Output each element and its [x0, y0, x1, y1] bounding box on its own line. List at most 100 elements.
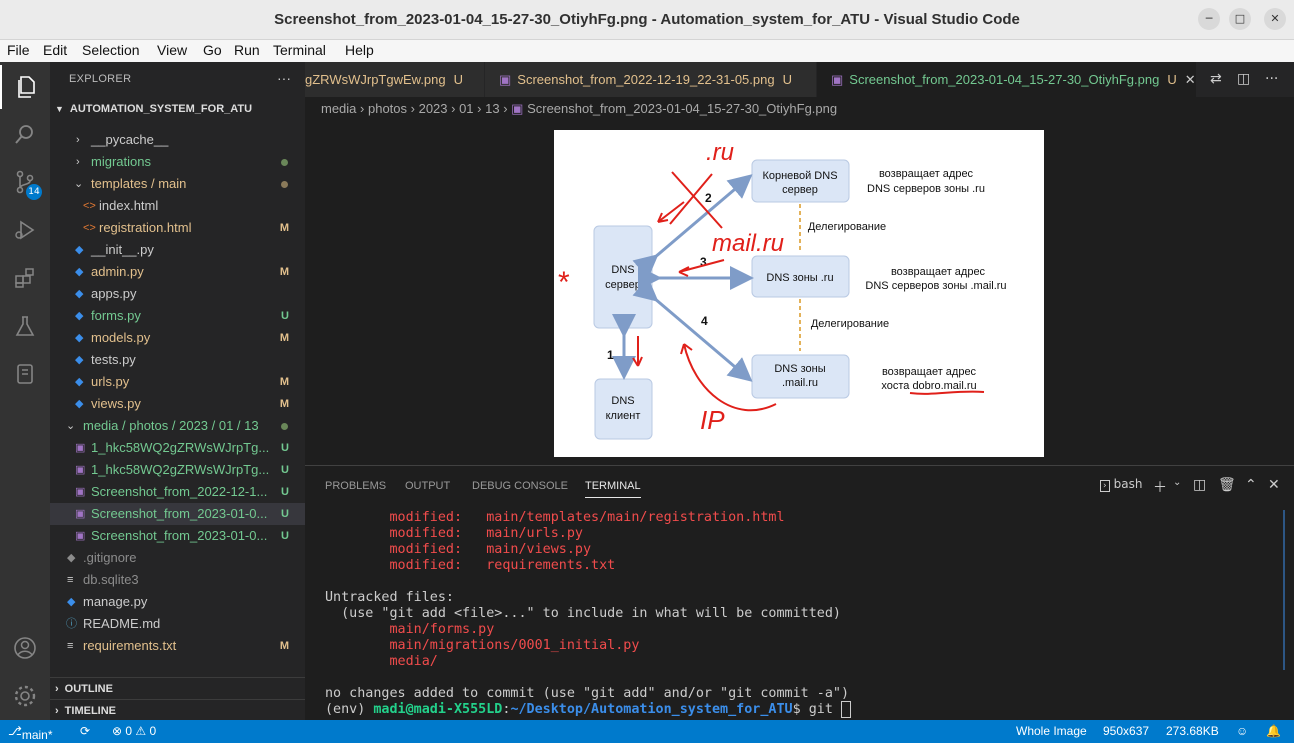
crumb[interactable]: Screenshot_from_2023-01-04_15-27-30_Otiy… — [527, 101, 837, 116]
crumb[interactable]: 13 — [485, 101, 499, 116]
root-note-1: возвращает адрес — [879, 168, 974, 180]
tree-file-image-3[interactable]: ▣ Screenshot_from_2022-12-1... U — [50, 481, 305, 503]
menu-file[interactable]: File — [7, 42, 30, 58]
explorer-more-icon[interactable]: ··· — [277, 70, 291, 86]
tree-file-urls-py[interactable]: ◆ urls.py M — [50, 371, 305, 393]
image-preview[interactable]: DNS сервер DNS клиент Корневой DNS серве… — [554, 130, 1044, 457]
tab-problems[interactable]: PROBLEMS — [325, 480, 386, 492]
menu-run[interactable]: Run — [234, 42, 260, 58]
tree-file-image-1[interactable]: ▣ 1_hkc58WQ2gZRWsWJrpTg... U — [50, 437, 305, 459]
maximize-button[interactable]: □ — [1229, 8, 1251, 30]
image-file-icon: ▣ — [511, 101, 524, 116]
modified-path: main/templates/main/registration.html — [486, 510, 785, 525]
server-label-1: DNS — [611, 264, 634, 276]
crumb[interactable]: media — [321, 101, 356, 116]
run-debug-icon[interactable] — [0, 208, 50, 252]
tree-file-image-2[interactable]: ▣ 1_hkc58WQ2gZRWsWJrpTg... U — [50, 459, 305, 481]
menu-terminal[interactable]: Terminal — [273, 42, 326, 58]
tree-folder-pycache[interactable]: › __pycache__ — [50, 129, 305, 151]
explorer-icon[interactable] — [0, 65, 50, 109]
menu-edit[interactable]: Edit — [43, 42, 67, 58]
open-changes-icon[interactable]: ⇄ — [1210, 62, 1222, 97]
tree-folder-migrations[interactable]: › migrations — [50, 151, 305, 173]
tree-file-forms-py[interactable]: ◆ forms.py U — [50, 305, 305, 327]
tree-file-image-4[interactable]: ▣ Screenshot_from_2023-01-0... U — [50, 503, 305, 525]
search-icon[interactable] — [0, 112, 50, 156]
tree-file-registration-html[interactable]: <> registration.html M — [50, 217, 305, 239]
settings-gear-icon[interactable] — [0, 674, 50, 718]
tree-file-apps-py[interactable]: ◆ apps.py — [50, 283, 305, 305]
source-control-icon[interactable]: 14 — [0, 160, 50, 204]
tab-image-2[interactable]: ▣ Screenshot_from_2022-12-19_22-31-05.png… — [485, 62, 817, 97]
tab-terminal[interactable]: TERMINAL — [585, 480, 641, 498]
ru-note-1: возвращает адрес — [891, 266, 986, 278]
outline-section[interactable]: › OUTLINE — [50, 677, 305, 699]
dns-client-box — [594, 378, 653, 440]
project-name: AUTOMATION_SYSTEM_FOR_ATU — [69, 103, 253, 115]
testing-icon[interactable] — [0, 304, 50, 348]
tree-file-image-5[interactable]: ▣ Screenshot_from_2023-01-0... U — [50, 525, 305, 547]
tree-folder-media-photos[interactable]: ⌄ media / photos / 2023 / 01 / 13 — [50, 415, 305, 437]
activity-bar: 14 — [0, 62, 50, 720]
tree-file-db-sqlite3[interactable]: ≡ db.sqlite3 — [50, 569, 305, 591]
tab-debug-console[interactable]: DEBUG CONSOLE — [472, 480, 568, 492]
timeline-section[interactable]: › TIMELINE — [50, 699, 305, 721]
step-4: 4 — [701, 314, 708, 328]
git-summary: no changes added to commit (use "git add… — [325, 686, 850, 701]
image-mode[interactable]: Whole Image — [1016, 724, 1087, 738]
feedback-icon[interactable]: ☺ — [1236, 724, 1248, 738]
minimize-button[interactable]: ─ — [1198, 8, 1220, 30]
maximize-panel-icon[interactable]: ⌃ — [1245, 477, 1257, 493]
close-panel-icon[interactable]: ✕ — [1268, 477, 1280, 493]
extensions-icon[interactable] — [0, 256, 50, 300]
more-actions-icon[interactable]: ··· — [1265, 62, 1278, 97]
tab-image-1[interactable]: gZRWsWJrpTgwEw.png U — [305, 62, 485, 97]
terminal-scrollbar[interactable] — [1283, 510, 1285, 670]
tab-image-3-active[interactable]: ▣ Screenshot_from_2023-01-04_15-27-30_Oti… — [817, 62, 1197, 97]
crumb[interactable]: 01 — [459, 101, 473, 116]
tree-file-init-py[interactable]: ◆ __init__.py — [50, 239, 305, 261]
crumb[interactable]: photos — [368, 101, 407, 116]
split-editor-icon[interactable]: ◫ — [1237, 62, 1250, 97]
tree-file-readme-md[interactable]: ⓘ README.md — [50, 613, 305, 635]
new-terminal-icon[interactable]: ＋ — [1153, 477, 1167, 497]
terminal-output[interactable]: modified: main/templates/main/registrati… — [325, 510, 852, 718]
tree-file-views-py[interactable]: ◆ views.py M — [50, 393, 305, 415]
tab-label: Screenshot_from_2022-12-19_22-31-05.png — [517, 72, 775, 87]
split-terminal-icon[interactable]: ◫ — [1193, 477, 1206, 493]
tree-file-models-py[interactable]: ◆ models.py M — [50, 327, 305, 349]
untracked-hint: (use "git add <file>..." to include in w… — [325, 606, 841, 621]
problems-indicator[interactable]: ⊗ 0 ⚠ 0 — [112, 724, 156, 738]
tree-file-gitignore[interactable]: ◆ .gitignore — [50, 547, 305, 569]
explorer-header: EXPLORER — [69, 73, 132, 85]
tab-output[interactable]: OUTPUT — [405, 480, 450, 492]
project-root[interactable]: ▼ AUTOMATION_SYSTEM_FOR_ATU — [50, 99, 305, 119]
kill-terminal-icon[interactable]: 🗑 — [1218, 477, 1236, 493]
tree-file-index-html[interactable]: <> index.html — [50, 195, 305, 217]
branch-name: main* — [21, 728, 53, 742]
crumb[interactable]: 2023 — [419, 101, 448, 116]
tab-close-icon[interactable]: ✕ — [1185, 72, 1196, 87]
prompt-command: $ git — [792, 702, 841, 717]
timeline-label: TIMELINE — [64, 705, 117, 717]
tree-folder-templates-main[interactable]: ⌄ templates / main — [50, 173, 305, 195]
remote-explorer-icon[interactable] — [0, 352, 50, 396]
sync-icon[interactable]: ⟳ — [80, 724, 90, 738]
tree-file-manage-py[interactable]: ◆ manage.py — [50, 591, 305, 613]
notifications-bell-icon[interactable]: 🔔 — [1266, 724, 1281, 738]
menu-go[interactable]: Go — [203, 42, 222, 58]
branch-indicator[interactable]: ⎇ main* — [8, 724, 53, 742]
prompt-path: ~/Desktop/Automation_system_for_ATU — [510, 702, 793, 717]
menu-help[interactable]: Help — [345, 42, 374, 58]
untracked-file: media/ — [389, 654, 438, 669]
close-button[interactable]: ✕ — [1264, 8, 1286, 30]
delegation-label-1: Делегирование — [808, 221, 886, 233]
chevron-down-icon[interactable]: ⌄ — [1173, 477, 1181, 488]
tree-file-requirements-txt[interactable]: ≡ requirements.txt M — [50, 635, 305, 657]
terminal-shell-selector[interactable]: › bash — [1100, 477, 1142, 492]
tree-file-tests-py[interactable]: ◆ tests.py — [50, 349, 305, 371]
tree-file-admin-py[interactable]: ◆ admin.py M — [50, 261, 305, 283]
menu-selection[interactable]: Selection — [82, 42, 140, 58]
menu-view[interactable]: View — [157, 42, 187, 58]
account-icon[interactable] — [0, 626, 50, 670]
